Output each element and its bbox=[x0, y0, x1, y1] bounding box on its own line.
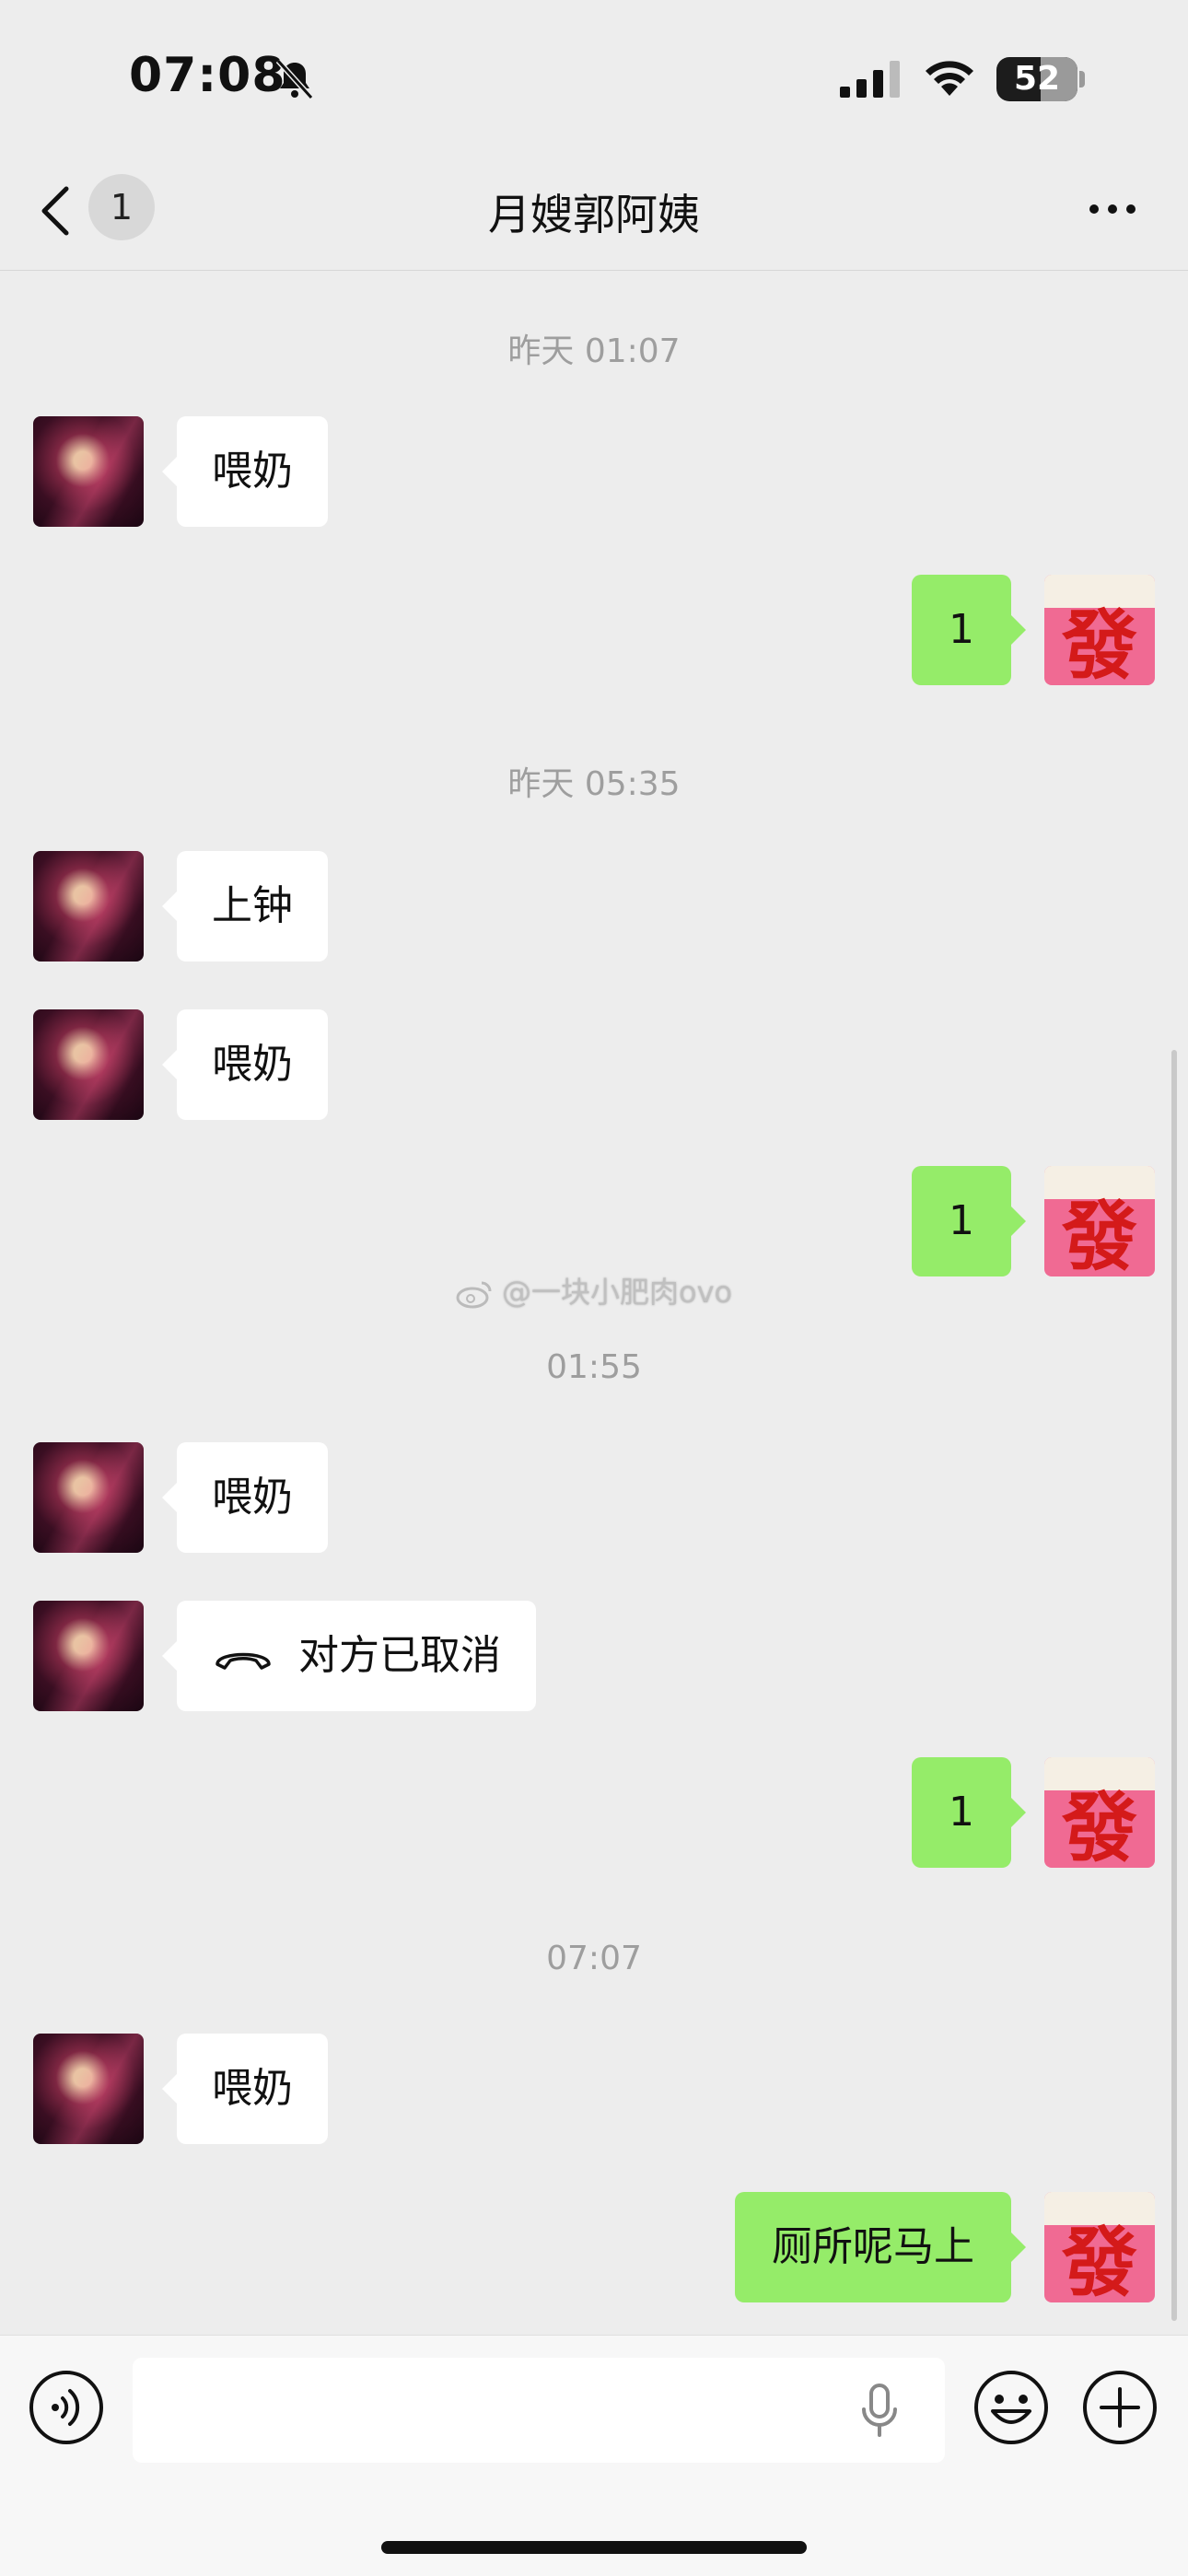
message-bubble-outgoing[interactable]: 1 bbox=[912, 575, 1026, 685]
status-time: 07:08 bbox=[129, 48, 286, 103]
message-bubble-incoming[interactable]: 喂奶 bbox=[162, 1009, 328, 1120]
status-bar: 07:08 52 bbox=[0, 0, 1188, 161]
my-avatar[interactable]: 發 bbox=[1044, 2192, 1155, 2302]
home-indicator[interactable] bbox=[381, 2541, 807, 2554]
voice-input-icon[interactable] bbox=[28, 2369, 105, 2446]
avatar-character: 發 bbox=[1061, 2219, 1137, 2302]
timestamp: 01:55 bbox=[546, 1348, 642, 1386]
contact-avatar[interactable] bbox=[33, 851, 144, 962]
microphone-icon[interactable] bbox=[856, 2382, 903, 2441]
contact-avatar[interactable] bbox=[33, 1009, 144, 1120]
weibo-icon bbox=[456, 1281, 492, 1309]
call-status-text: 对方已取消 bbox=[298, 1632, 501, 1679]
more-options-icon[interactable] bbox=[1087, 200, 1138, 218]
avatar-character: 發 bbox=[1061, 1784, 1137, 1868]
message-bubble-incoming[interactable]: 上钟 bbox=[162, 851, 328, 962]
contact-avatar[interactable] bbox=[33, 416, 144, 527]
call-record-bubble[interactable]: 对方已取消 bbox=[162, 1601, 536, 1711]
my-avatar[interactable]: 發 bbox=[1044, 1166, 1155, 1276]
contact-avatar[interactable] bbox=[33, 2034, 144, 2144]
phone-hangup-icon bbox=[215, 1652, 271, 1670]
watermark-text: @一块小肥肉ovo bbox=[502, 1275, 733, 1310]
message-bubble-incoming[interactable]: 喂奶 bbox=[162, 416, 328, 527]
avatar-character: 發 bbox=[1061, 601, 1137, 685]
battery-level: 52 bbox=[1013, 60, 1061, 98]
message-bubble-incoming[interactable]: 喂奶 bbox=[162, 2034, 328, 2144]
contact-avatar[interactable] bbox=[33, 1442, 144, 1553]
my-avatar[interactable]: 發 bbox=[1044, 575, 1155, 685]
avatar-character: 發 bbox=[1061, 1193, 1137, 1276]
message-bubble-outgoing[interactable]: 1 bbox=[912, 1757, 1026, 1868]
input-bar bbox=[0, 2335, 1188, 2576]
silent-bell-icon bbox=[275, 58, 314, 100]
wifi-icon bbox=[926, 61, 973, 96]
scrollbar[interactable] bbox=[1171, 1050, 1177, 2321]
timestamp: 07:07 bbox=[546, 1940, 642, 1977]
timestamp: 昨天 01:07 bbox=[507, 332, 681, 370]
add-more-icon[interactable] bbox=[1081, 2369, 1159, 2446]
chat-header: 1 月嫂郭阿姨 bbox=[0, 161, 1188, 271]
battery-indicator: 52 bbox=[996, 57, 1077, 101]
battery-tip bbox=[1079, 71, 1085, 87]
watermark: @一块小肥肉ovo bbox=[0, 1269, 1188, 1311]
timestamp: 昨天 05:35 bbox=[507, 765, 681, 803]
contact-avatar[interactable] bbox=[33, 1601, 144, 1711]
message-bubble-outgoing[interactable]: 厕所呢马上 bbox=[735, 2192, 1026, 2302]
cellular-signal-icon bbox=[840, 61, 900, 98]
message-bubble-outgoing[interactable]: 1 bbox=[912, 1166, 1026, 1276]
message-bubble-incoming[interactable]: 喂奶 bbox=[162, 1442, 328, 1553]
chat-title: 月嫂郭阿姨 bbox=[488, 190, 700, 239]
emoji-icon[interactable] bbox=[973, 2369, 1050, 2446]
my-avatar[interactable]: 發 bbox=[1044, 1757, 1155, 1868]
message-input[interactable] bbox=[133, 2358, 945, 2463]
